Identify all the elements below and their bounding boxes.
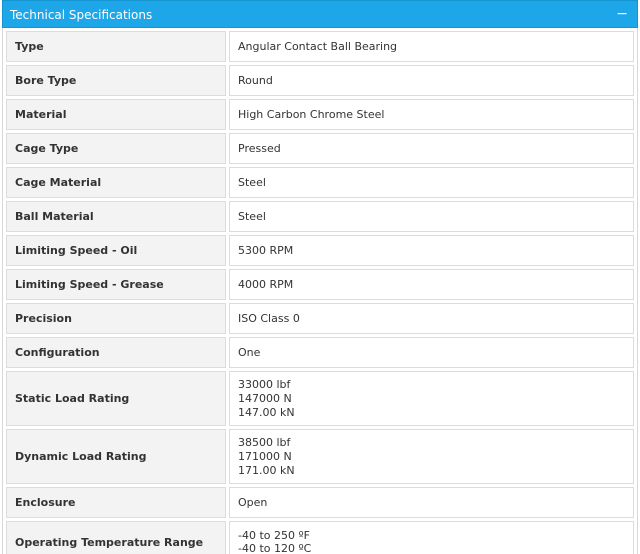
spec-value-line: Angular Contact Ball Bearing bbox=[238, 40, 398, 53]
spec-value-line: 147000 N bbox=[238, 391, 292, 405]
spec-label: Configuration bbox=[6, 337, 226, 368]
table-row: Ball Material Steel bbox=[6, 201, 634, 232]
specifications-table-body: Type Angular Contact Ball Bearing Bore Typ… bbox=[6, 31, 634, 554]
table-row: Material High Carbon Chrome Steel bbox=[6, 99, 634, 130]
table-row: Limiting Speed - Grease 4000 RPM bbox=[6, 269, 634, 300]
spec-value: 4000 RPM bbox=[229, 269, 634, 300]
spec-label: Limiting Speed - Oil bbox=[6, 235, 226, 266]
spec-value-line: 171.00 kN bbox=[238, 463, 295, 477]
spec-value-line: Round bbox=[238, 74, 273, 87]
table-row: Cage Type Pressed bbox=[6, 133, 634, 164]
spec-value: Open bbox=[229, 487, 634, 518]
spec-label: Cage Type bbox=[6, 133, 226, 164]
spec-value: -40 to 250 ºF -40 to 120 ºC bbox=[229, 521, 634, 554]
collapse-icon[interactable]: − bbox=[616, 1, 628, 27]
table-row: Type Angular Contact Ball Bearing bbox=[6, 31, 634, 62]
spec-label: Cage Material bbox=[6, 167, 226, 198]
spec-value: 38500 lbf 171000 N 171.00 kN bbox=[229, 429, 634, 484]
spec-value-line: Pressed bbox=[238, 142, 281, 155]
spec-value: ISO Class 0 bbox=[229, 303, 634, 334]
spec-label: Ball Material bbox=[6, 201, 226, 232]
spec-value-line: One bbox=[238, 346, 261, 359]
table-row: Bore Type Round bbox=[6, 65, 634, 96]
spec-value-line: Steel bbox=[238, 176, 266, 189]
spec-value-line: 38500 lbf bbox=[238, 435, 291, 449]
spec-value-line: ISO Class 0 bbox=[238, 312, 300, 325]
table-row: Limiting Speed - Oil 5300 RPM bbox=[6, 235, 634, 266]
spec-value: 33000 lbf 147000 N 147.00 kN bbox=[229, 371, 634, 426]
panel-body: Type Angular Contact Ball Bearing Bore Typ… bbox=[2, 28, 638, 554]
spec-label: Bore Type bbox=[6, 65, 226, 96]
spec-value-line: 171000 N bbox=[238, 449, 292, 463]
spec-value-line: -40 to 250 ºF bbox=[238, 529, 311, 542]
spec-value: One bbox=[229, 337, 634, 368]
spec-value-line: Steel bbox=[238, 210, 266, 223]
spec-value: Angular Contact Ball Bearing bbox=[229, 31, 634, 62]
spec-value-line: 4000 RPM bbox=[238, 278, 294, 291]
spec-value-line: Open bbox=[238, 496, 268, 509]
spec-value: Steel bbox=[229, 167, 634, 198]
spec-value-line: -40 to 120 ºC bbox=[238, 542, 312, 554]
table-row: Precision ISO Class 0 bbox=[6, 303, 634, 334]
spec-label: Static Load Rating bbox=[6, 371, 226, 426]
table-row: Cage Material Steel bbox=[6, 167, 634, 198]
spec-value: High Carbon Chrome Steel bbox=[229, 99, 634, 130]
spec-label: Material bbox=[6, 99, 226, 130]
spec-label: Operating Temperature Range bbox=[6, 521, 226, 554]
spec-label: Type bbox=[6, 31, 226, 62]
spec-label: Limiting Speed - Grease bbox=[6, 269, 226, 300]
spec-label: Precision bbox=[6, 303, 226, 334]
spec-value-line: High Carbon Chrome Steel bbox=[238, 108, 385, 121]
table-row: Enclosure Open bbox=[6, 487, 634, 518]
specifications-table: Type Angular Contact Ball Bearing Bore Typ… bbox=[3, 28, 637, 554]
spec-value-line: 147.00 kN bbox=[238, 405, 295, 419]
table-row: Dynamic Load Rating 38500 lbf 171000 N 171.… bbox=[6, 429, 634, 484]
spec-value: Round bbox=[229, 65, 634, 96]
table-row: Operating Temperature Range -40 to 250 ºF… bbox=[6, 521, 634, 554]
panel-header[interactable]: Technical Specifications − bbox=[2, 0, 638, 28]
technical-specifications-panel: Technical Specifications − Type Angular C… bbox=[2, 0, 638, 554]
spec-value-line: 5300 RPM bbox=[238, 244, 294, 257]
panel-title: Technical Specifications bbox=[10, 8, 153, 22]
spec-label: Dynamic Load Rating bbox=[6, 429, 226, 484]
table-row: Configuration One bbox=[6, 337, 634, 368]
spec-value: 5300 RPM bbox=[229, 235, 634, 266]
spec-value: Steel bbox=[229, 201, 634, 232]
spec-label: Enclosure bbox=[6, 487, 226, 518]
spec-value: Pressed bbox=[229, 133, 634, 164]
table-row: Static Load Rating 33000 lbf 147000 N 147.0… bbox=[6, 371, 634, 426]
spec-value-line: 33000 lbf bbox=[238, 377, 291, 391]
